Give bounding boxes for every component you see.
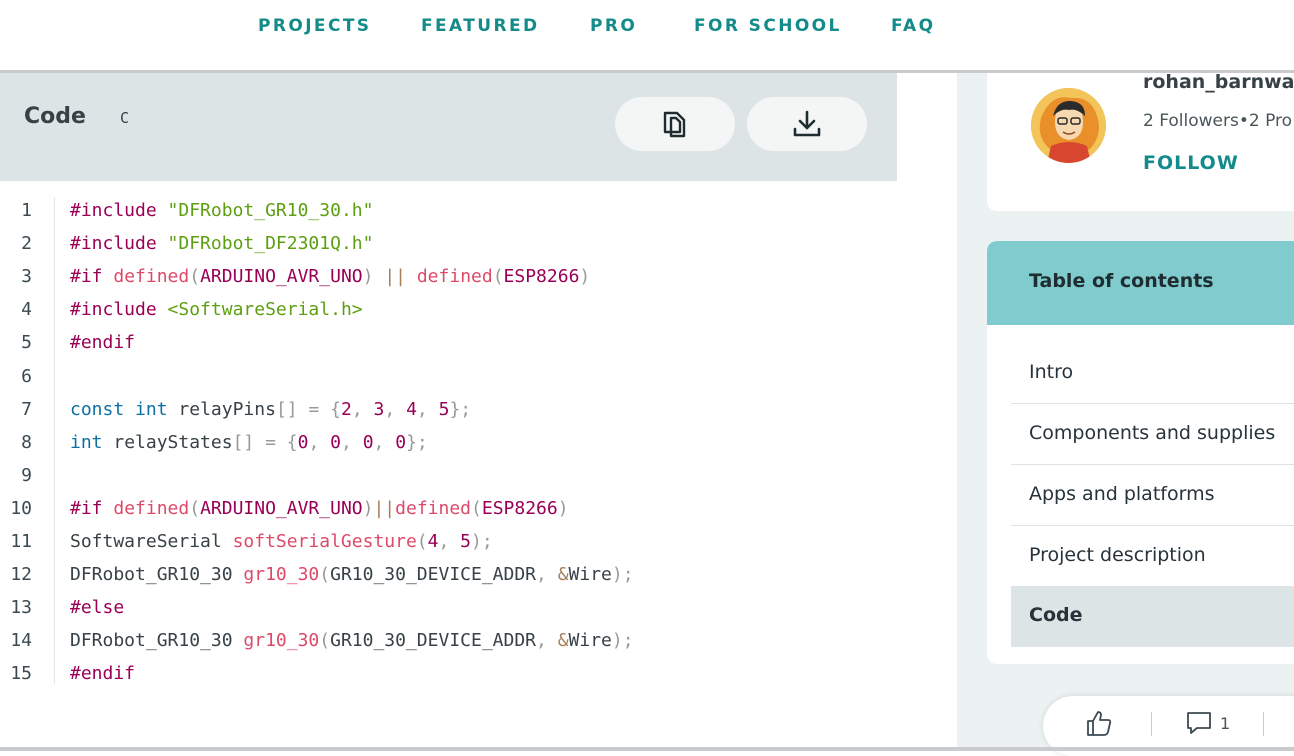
line-number: 13 — [10, 597, 32, 619]
line-number: 6 — [21, 365, 32, 387]
code-line: int relayStates[] = {0, 0, 0, 0}; — [70, 431, 428, 453]
line-number: 8 — [21, 431, 32, 453]
author-card: rohan_barnwa 2 Followers•2 Pro FOLLOW — [987, 71, 1294, 211]
code-line: const int relayPins[] = {2, 3, 4, 5}; — [70, 398, 472, 420]
comment-icon — [1187, 712, 1211, 734]
toc-title: Table of contents — [1029, 270, 1214, 292]
nav-projects[interactable]: PROJECTS — [258, 16, 371, 36]
nav-faq[interactable]: FAQ — [891, 16, 935, 36]
code-line: DFRobot_GR10_30 gr10_30(GR10_30_DEVICE_A… — [70, 564, 634, 586]
toc-item-label: Components and supplies — [1029, 422, 1276, 444]
code-line: #include <SoftwareSerial.h> — [70, 299, 363, 321]
line-number: 15 — [10, 663, 32, 684]
author-stats: 2 Followers•2 Pro — [1143, 111, 1293, 131]
toc-item-label: Intro — [1029, 361, 1074, 383]
copy-icon — [663, 111, 686, 138]
code-line: #else — [70, 597, 125, 619]
code-line: #include "DFRobot_DF2301Q.h" — [70, 233, 374, 255]
action-separator — [1263, 712, 1264, 736]
code-block[interactable]: 1 2 3 4 5 6 7 8 9 10 11 12 13 14 15 #include "DFRobot_… — [0, 181, 897, 684]
gutter-divider — [54, 197, 55, 684]
author-name[interactable]: rohan_barnwa — [1143, 71, 1294, 93]
action-separator — [1151, 712, 1152, 736]
code-line: #endif — [70, 332, 136, 354]
line-number: 1 — [21, 200, 32, 221]
line-number: 7 — [21, 398, 32, 420]
toc-item-label: Project description — [1029, 544, 1206, 566]
download-icon — [793, 110, 821, 137]
line-number: 2 — [21, 233, 32, 255]
toc-item-label: Code — [1029, 604, 1083, 626]
code-title: Code — [24, 104, 86, 129]
line-number: 14 — [10, 630, 32, 652]
copy-code-button[interactable] — [615, 97, 735, 151]
toc-item-intro[interactable]: Intro — [1011, 343, 1294, 404]
toc-item-code[interactable]: Code — [1011, 586, 1294, 647]
code-line: SoftwareSerial softSerialGesture(4, 5); — [70, 531, 493, 552]
code-line: #endif — [70, 663, 136, 684]
nav-pro[interactable]: PRO — [590, 16, 637, 36]
line-number: 5 — [21, 332, 32, 354]
avatar[interactable] — [1031, 88, 1106, 163]
line-number: 4 — [21, 299, 32, 321]
toc-item-apps[interactable]: Apps and platforms — [1011, 465, 1294, 526]
bottom-scrollbar — [0, 747, 1294, 751]
comment-count: 1 — [1220, 714, 1231, 733]
main-content: Code C 1 2 3 4 5 6 7 8 9 10 11 12 13 14 15 #include "D… — [0, 73, 957, 747]
toc-header: Table of contents — [987, 241, 1294, 325]
toc-item-description[interactable]: Project description — [1011, 526, 1294, 587]
table-of-contents: Table of contents Intro Components and s… — [987, 241, 1294, 664]
line-number: 11 — [10, 531, 32, 552]
toc-item-components[interactable]: Components and supplies — [1011, 404, 1294, 465]
like-button[interactable] — [1085, 709, 1113, 741]
nav-for-school[interactable]: FOR SCHOOL — [694, 16, 842, 36]
thumbs-up-icon — [1087, 711, 1112, 736]
code-language: C — [120, 109, 130, 127]
line-number: 12 — [10, 564, 32, 586]
avatar-illustration — [1031, 88, 1106, 163]
nav-featured[interactable]: FEATURED — [421, 16, 539, 36]
download-code-button[interactable] — [747, 97, 867, 151]
line-number: 3 — [21, 266, 32, 288]
top-navigation: PROJECTS FEATURED PRO FOR SCHOOL FAQ — [0, 0, 1294, 70]
line-number: 10 — [10, 497, 32, 519]
comment-button[interactable] — [1185, 710, 1213, 740]
line-number: 9 — [21, 464, 32, 486]
code-line: #if defined(ARDUINO_AVR_UNO) || defined(… — [70, 266, 591, 288]
follow-button[interactable]: FOLLOW — [1143, 152, 1239, 174]
code-header: Code C — [0, 73, 897, 181]
code-line: DFRobot_GR10_30 gr10_30(GR10_30_DEVICE_A… — [70, 630, 634, 652]
code-line: #if defined(ARDUINO_AVR_UNO)||defined(ES… — [70, 497, 569, 519]
code-line: #include "DFRobot_GR10_30.h" — [70, 200, 374, 221]
toc-item-label: Apps and platforms — [1029, 483, 1215, 505]
